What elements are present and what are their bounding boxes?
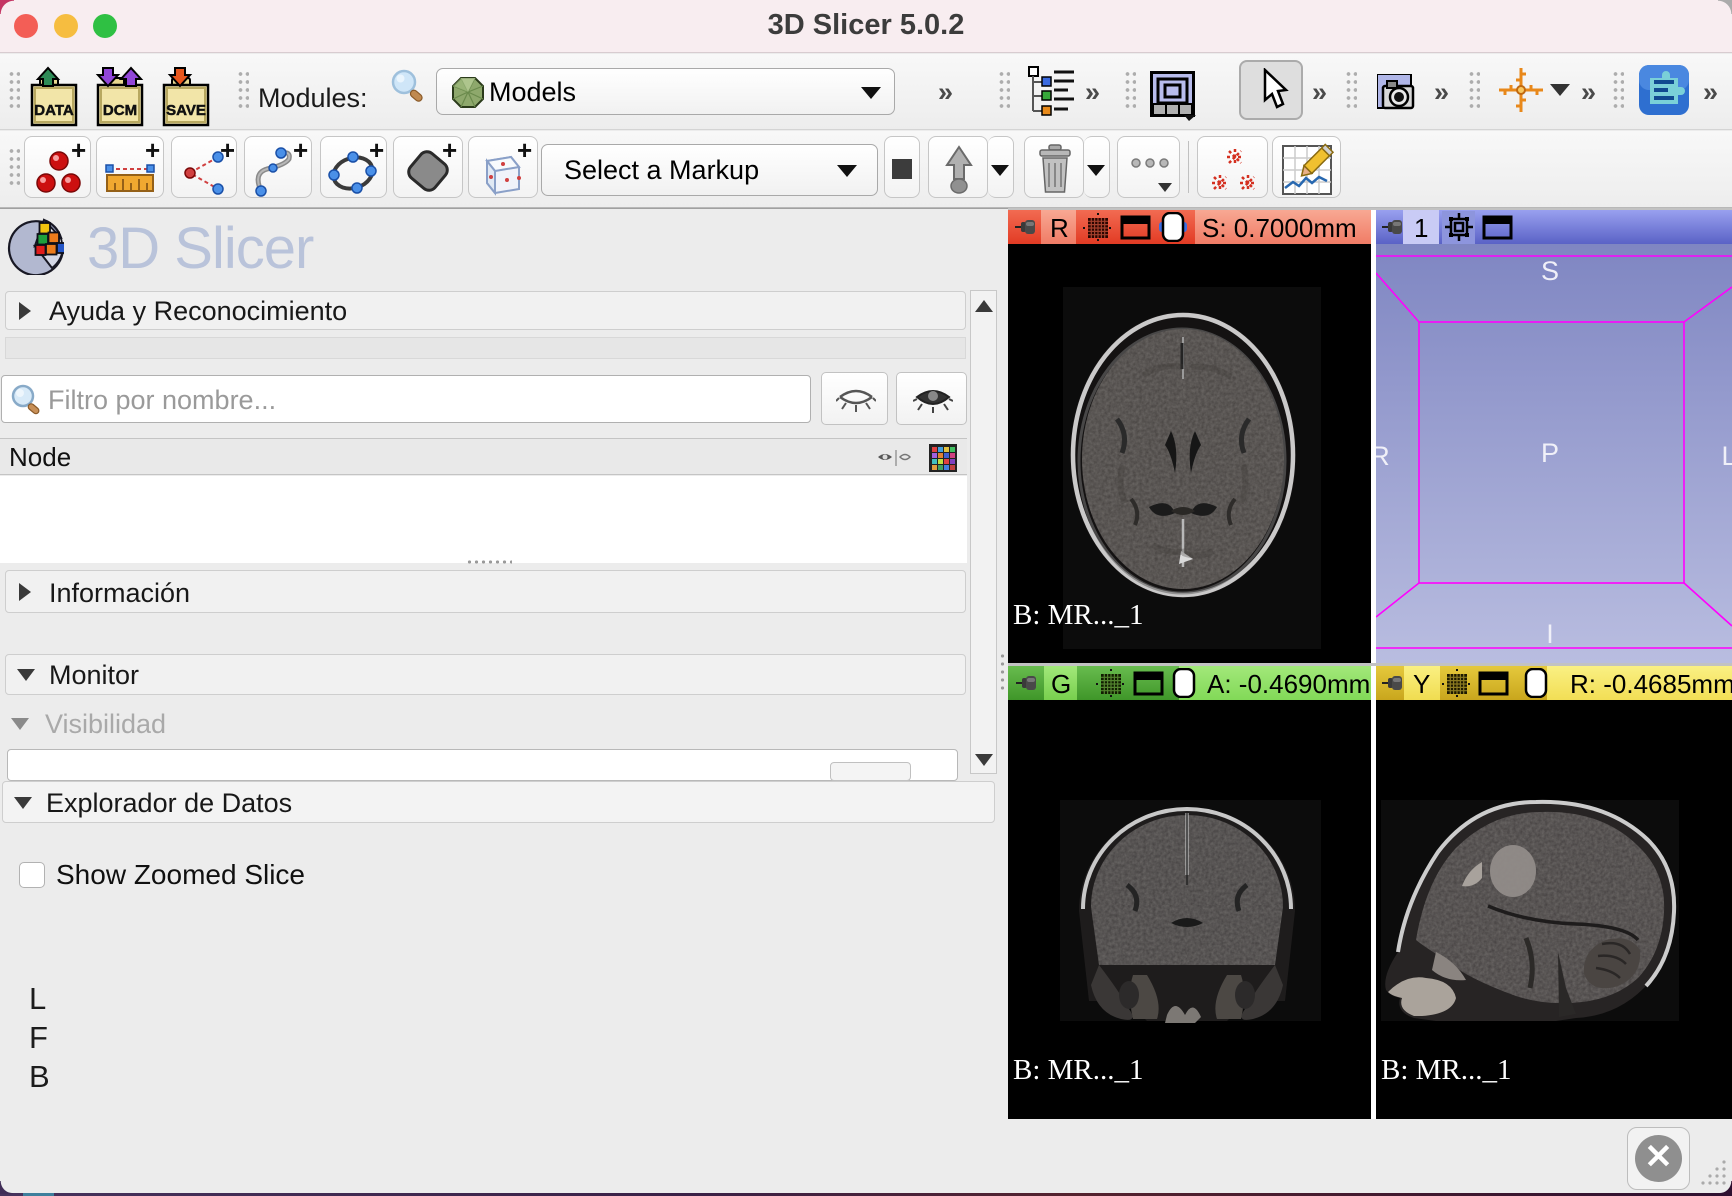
svg-text:+: + (71, 143, 86, 165)
svg-text:S: S (1541, 256, 1559, 286)
svg-text:SAVE: SAVE (166, 102, 206, 119)
svg-text:+: + (369, 143, 384, 165)
svg-text:+: + (517, 143, 532, 165)
svg-text:L: L (1721, 441, 1732, 471)
svg-text:+: + (145, 143, 160, 165)
svg-text:+: + (220, 143, 234, 165)
svg-text:R: R (1376, 441, 1390, 471)
svg-text:DCM: DCM (103, 102, 137, 119)
svg-text:DATA: DATA (34, 102, 74, 119)
svg-text:P: P (1541, 438, 1559, 468)
svg-text:+: + (293, 143, 308, 165)
svg-text:+: + (442, 143, 457, 165)
svg-text:I: I (1546, 619, 1554, 649)
